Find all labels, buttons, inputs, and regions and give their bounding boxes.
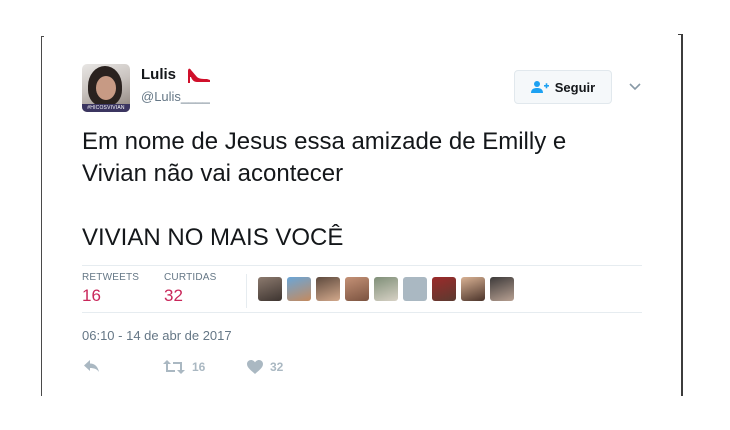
likes-label[interactable]: CURTIDAS <box>164 272 217 283</box>
tweet-line: Em nome de Jesus essa amizade de Emilly … <box>82 128 567 155</box>
heart-icon <box>247 360 263 374</box>
reply-button[interactable] <box>82 358 102 374</box>
likes-count[interactable]: 32 <box>164 286 183 306</box>
follow-button-label: Seguir <box>554 79 596 95</box>
tweet-spacer <box>82 190 662 222</box>
retweet-count: 16 <box>192 360 206 374</box>
tweet-line: VIVIAN NO MAIS VOCÊ <box>82 224 344 251</box>
liker-avatar[interactable] <box>490 277 514 301</box>
liker-avatar[interactable] <box>345 277 369 301</box>
liker-avatar[interactable] <box>403 277 427 301</box>
liker-avatar[interactable] <box>316 277 340 301</box>
window-left-edge <box>41 36 44 396</box>
avatar-face <box>96 76 116 100</box>
like-count: 32 <box>270 360 284 374</box>
tweet-text: Em nome de Jesus essa amizade de Emilly … <box>82 126 662 254</box>
tweet-timestamp[interactable]: 06:10 - 14 de abr de 2017 <box>82 328 232 343</box>
retweets-label[interactable]: RETWEETS <box>82 272 139 283</box>
retweet-icon <box>163 360 185 374</box>
liker-avatar[interactable] <box>461 277 485 301</box>
tweet-line: Vivian não vai acontecer <box>82 160 344 187</box>
user-handle[interactable]: @Lulis____ <box>141 89 210 104</box>
window-right-edge <box>678 34 683 396</box>
liker-avatar[interactable] <box>287 277 311 301</box>
like-button[interactable]: 32 <box>246 359 283 375</box>
retweets-count[interactable]: 16 <box>82 286 101 306</box>
follow-button[interactable]: Seguir <box>514 70 612 104</box>
chevron-down-icon[interactable] <box>627 80 643 92</box>
avatar[interactable]: #HICOSVIVIAN <box>82 64 130 112</box>
stats-separator <box>246 274 247 308</box>
retweet-button[interactable]: 16 <box>162 359 205 375</box>
stats-divider-bottom <box>82 312 642 313</box>
liker-avatar[interactable] <box>432 277 456 301</box>
avatar-caption: #HICOSVIVIAN <box>82 104 130 112</box>
liker-avatar[interactable] <box>258 277 282 301</box>
stats-divider-top <box>82 265 642 266</box>
liker-avatar[interactable] <box>374 277 398 301</box>
likers-avatars <box>258 277 514 301</box>
reply-icon <box>84 360 99 372</box>
display-name[interactable]: Lulis <box>141 66 176 83</box>
user-plus-icon <box>530 81 549 93</box>
high-heel-icon <box>188 68 210 83</box>
